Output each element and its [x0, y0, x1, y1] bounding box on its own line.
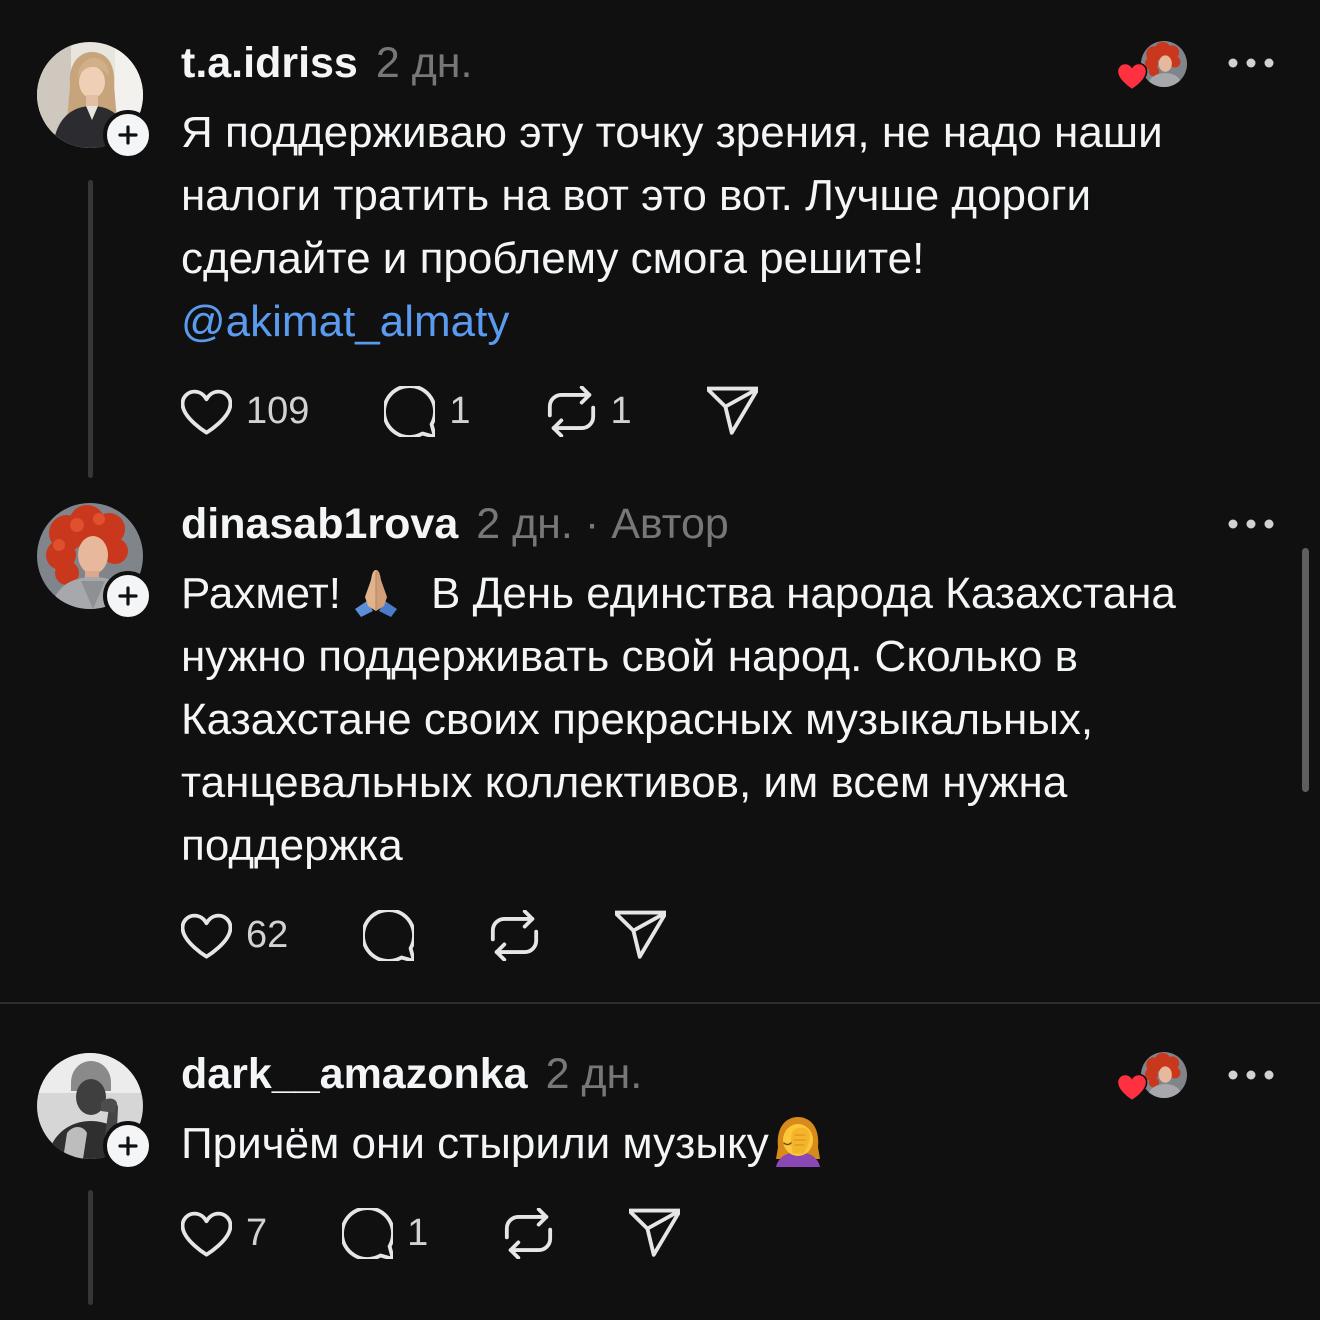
like-count: 7 — [246, 1211, 268, 1254]
reply-count: 1 — [407, 1211, 429, 1254]
comment-text-line: сделайте и проблему смога решите! — [181, 233, 925, 283]
repost-icon — [505, 1207, 553, 1259]
reply-button[interactable] — [363, 909, 415, 961]
action-bar: 62 — [181, 909, 1176, 961]
comment-text: Я поддерживаю эту точку зрения, не надо … — [181, 101, 1163, 353]
timestamp: 2 дн. — [375, 39, 473, 87]
reply-button[interactable]: 1 — [342, 1207, 429, 1259]
plus-icon — [118, 586, 138, 606]
comment-text-line: Рахмет! В День единства народа Казахстан… — [181, 562, 1176, 625]
comment-text: Рахмет! В День единства народа Казахстан… — [181, 562, 1176, 877]
repost-button[interactable]: 1 — [546, 385, 632, 437]
comment-text-line: поддержка — [181, 820, 403, 870]
thread-line — [88, 1190, 93, 1305]
liked-by-author-indicator — [1116, 41, 1190, 91]
comment-text-line: Причём они стырили музыку — [181, 1112, 825, 1175]
follow-button[interactable] — [103, 110, 153, 160]
comment-content: t.a.idriss 2 дн. Я поддерживаю эту точку … — [181, 39, 1163, 437]
divider — [0, 1002, 1320, 1004]
woman-facepalming-emoji-icon — [771, 1113, 825, 1184]
repost-count: 1 — [610, 389, 632, 432]
more-options-button[interactable] — [1228, 57, 1274, 69]
comment-text-line: Я поддерживаю эту точку зрения, не надо … — [181, 107, 1163, 157]
comment-text-line: танцевальных коллективов, им всем нужна — [181, 757, 1068, 807]
timestamp: 2 дн. — [545, 1050, 643, 1098]
comment-text-segment: В День единства народа Казахстана — [431, 568, 1176, 618]
action-bar: 109 1 1 — [181, 385, 1163, 437]
meta-separator: · — [584, 500, 600, 548]
comment-text-line: налоги тратить на вот это вот. Лучше дор… — [181, 170, 1092, 220]
share-button[interactable] — [706, 386, 758, 437]
more-options-button[interactable] — [1228, 518, 1274, 530]
comment-text-segment: Рахмет! — [181, 568, 341, 618]
comment-header: dark__amazonka 2 дн. — [181, 1049, 825, 1099]
follow-button[interactable] — [103, 1121, 153, 1171]
heart-icon — [181, 1211, 232, 1257]
reply-button[interactable]: 1 — [384, 385, 471, 437]
mention-link[interactable]: @akimat_almaty — [181, 290, 1163, 353]
username[interactable]: dark__amazonka — [181, 1050, 528, 1098]
comment-content: dark__amazonka 2 дн. Причём они стырили м… — [181, 1050, 825, 1259]
repost-icon — [547, 385, 595, 437]
scrollbar[interactable] — [1302, 548, 1309, 792]
repost-button[interactable] — [503, 1207, 554, 1259]
like-button[interactable]: 7 — [181, 1208, 267, 1259]
repost-button[interactable] — [489, 909, 540, 961]
timestamp: 2 дн. — [476, 500, 573, 548]
plus-icon — [118, 125, 138, 145]
comment-header: t.a.idriss 2 дн. — [181, 38, 1163, 88]
heart-icon — [1116, 1073, 1148, 1101]
comment-icon — [384, 385, 436, 437]
liked-by-author-indicator — [1116, 1052, 1190, 1102]
username[interactable]: dinasab1rova — [181, 500, 458, 548]
praying-hands-emoji-icon — [351, 567, 401, 634]
share-icon — [629, 1208, 681, 1257]
comment-content: dinasab1rova 2 дн. · Автор Рахмет! В День е… — [181, 500, 1176, 961]
more-icon — [1228, 58, 1274, 68]
share-icon — [706, 386, 758, 435]
heart-icon — [1116, 62, 1148, 90]
comment-header: dinasab1rova 2 дн. · Автор — [181, 499, 1176, 549]
comment-text-segment: Причём они стырили музыку — [181, 1118, 769, 1168]
comment-text-line: Казахстане своих прекрасных музыкальных, — [181, 694, 1094, 744]
author-label: Автор — [611, 500, 729, 548]
more-options-button[interactable] — [1228, 1069, 1274, 1081]
repost-icon — [491, 909, 539, 961]
heart-icon — [181, 913, 232, 959]
comment-text: Причём они стырили музыку — [181, 1112, 825, 1175]
like-count: 62 — [246, 913, 289, 956]
more-icon — [1228, 519, 1274, 529]
share-button[interactable] — [629, 1208, 681, 1259]
comment-icon — [342, 1207, 394, 1259]
more-icon — [1228, 1070, 1274, 1080]
share-button[interactable] — [615, 910, 667, 961]
heart-icon — [181, 389, 232, 435]
like-count: 109 — [246, 389, 310, 432]
share-icon — [615, 910, 667, 959]
reply-count: 1 — [449, 389, 471, 432]
username[interactable]: t.a.idriss — [181, 39, 358, 87]
comment-icon — [363, 909, 415, 961]
follow-button[interactable] — [103, 571, 153, 621]
action-bar: 7 1 — [181, 1207, 825, 1259]
like-button[interactable]: 62 — [181, 910, 288, 961]
comment-text-line: нужно поддерживать свой народ. Сколько в — [181, 631, 1078, 681]
plus-icon — [118, 1136, 138, 1156]
thread-line — [88, 180, 93, 478]
like-button[interactable]: 109 — [181, 386, 309, 437]
